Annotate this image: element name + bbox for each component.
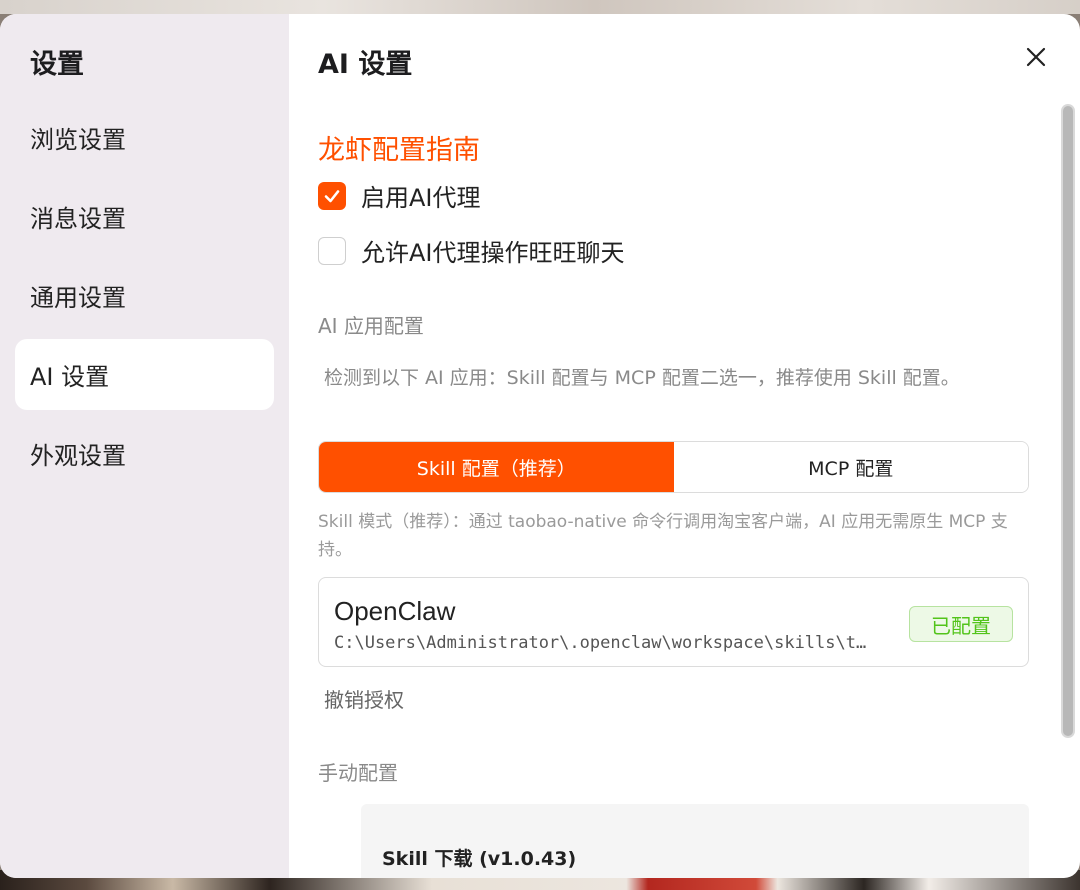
ai-app-config-heading: AI 应用配置: [318, 314, 424, 338]
manual-config-heading: 手动配置: [318, 761, 398, 785]
enable-ai-agent-option[interactable]: 启用AI代理: [318, 178, 481, 213]
config-mode-tabs: Skill 配置（推荐） MCP 配置: [318, 441, 1029, 493]
tab-mcp-config[interactable]: MCP 配置: [673, 442, 1028, 492]
sidebar-title: 设置: [30, 49, 84, 80]
app-path: C:\Users\Administrator\.openclaw\workspa…: [334, 633, 867, 653]
sidebar-item-general[interactable]: 通用设置: [15, 260, 274, 331]
sidebar-item-browse[interactable]: 浏览设置: [15, 102, 274, 173]
revoke-auth-button[interactable]: 撤销授权: [324, 684, 404, 713]
close-button[interactable]: [1021, 42, 1051, 72]
allow-wangwang-checkbox[interactable]: [318, 236, 346, 265]
allow-wangwang-label: 允许AI代理操作旺旺聊天: [361, 239, 625, 267]
background-top: [0, 0, 1080, 14]
check-icon: [324, 189, 340, 202]
sidebar-item-message[interactable]: 消息设置: [15, 181, 274, 252]
page-title: AI 设置: [318, 49, 413, 80]
skill-download-title: Skill 下载 (v1.0.43): [382, 848, 577, 870]
enable-ai-agent-label: 启用AI代理: [361, 184, 481, 212]
scrollbar[interactable]: [1061, 104, 1075, 738]
skill-download-card: Skill 下载 (v1.0.43): [361, 804, 1029, 878]
tab-skill-config[interactable]: Skill 配置（推荐）: [319, 442, 674, 492]
sidebar-item-appearance[interactable]: 外观设置: [15, 418, 274, 489]
app-card: OpenClaw C:\Users\Administrator\.opencla…: [318, 577, 1029, 667]
main-panel: AI 设置 龙虾配置指南 启用AI代理 允许AI代理操作旺旺聊天 AI 应用配置: [289, 14, 1080, 878]
skill-mode-description: Skill 模式（推荐）：通过 taobao-native 命令行调用淘宝客户端…: [318, 512, 1008, 560]
settings-dialog: 设置 浏览设置 消息设置 通用设置 AI 设置 外观设置 AI 设置 龙虾配置指…: [0, 14, 1080, 878]
sidebar-item-ai[interactable]: AI 设置: [15, 339, 274, 410]
enable-ai-agent-checkbox[interactable]: [318, 181, 346, 210]
guide-link[interactable]: 龙虾配置指南: [318, 128, 480, 167]
allow-wangwang-option[interactable]: 允许AI代理操作旺旺聊天: [318, 233, 625, 268]
sidebar: 设置 浏览设置 消息设置 通用设置 AI 设置 外观设置: [0, 14, 289, 878]
app-name: OpenClaw: [334, 596, 456, 626]
status-badge: 已配置: [909, 606, 1013, 642]
close-icon: [1026, 47, 1046, 67]
ai-app-description: 检测到以下 AI 应用：Skill 配置与 MCP 配置二选一，推荐使用 Ski…: [324, 367, 960, 389]
scrollbar-thumb[interactable]: [1063, 106, 1073, 736]
